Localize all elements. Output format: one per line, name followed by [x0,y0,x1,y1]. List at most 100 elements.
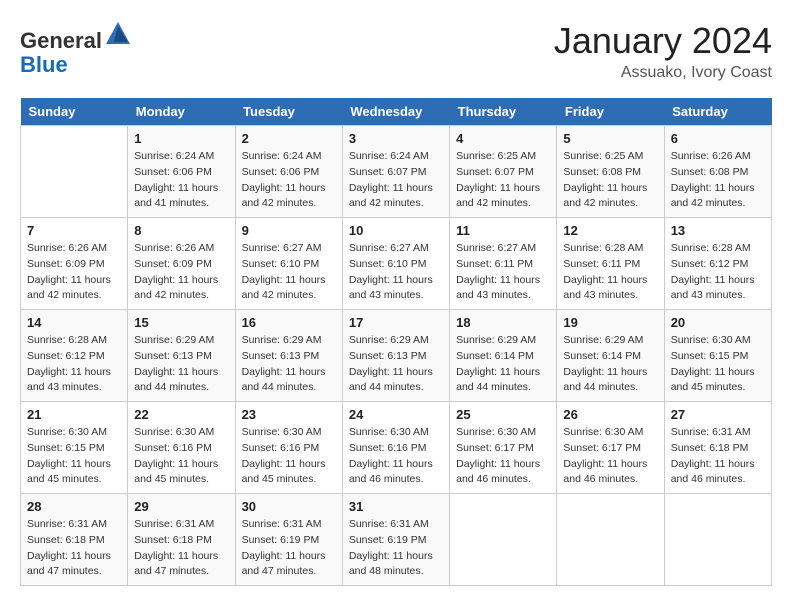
day-number: 3 [349,131,443,146]
logo-blue-text: Blue [20,53,132,77]
calendar-cell [21,126,128,218]
day-detail: Sunrise: 6:29 AMSunset: 6:13 PMDaylight:… [242,333,336,396]
calendar-cell: 20 Sunrise: 6:30 AMSunset: 6:15 PMDayligh… [664,310,771,402]
day-number: 19 [563,315,657,330]
day-detail: Sunrise: 6:30 AMSunset: 6:16 PMDaylight:… [134,425,228,488]
day-number: 9 [242,223,336,238]
day-detail: Sunrise: 6:30 AMSunset: 6:17 PMDaylight:… [456,425,550,488]
day-header-wednesday: Wednesday [342,98,449,126]
calendar-week-4: 21 Sunrise: 6:30 AMSunset: 6:15 PMDayligh… [21,402,772,494]
calendar-cell [664,494,771,586]
day-number: 25 [456,407,550,422]
day-detail: Sunrise: 6:27 AMSunset: 6:11 PMDaylight:… [456,241,550,304]
day-number: 10 [349,223,443,238]
calendar-cell: 30 Sunrise: 6:31 AMSunset: 6:19 PMDayligh… [235,494,342,586]
day-detail: Sunrise: 6:29 AMSunset: 6:13 PMDaylight:… [134,333,228,396]
calendar-cell: 28Sunrise: 6:31 AMSunset: 6:18 PMDayligh… [21,494,128,586]
day-number: 17 [349,315,443,330]
day-detail: Sunrise: 6:30 AMSunset: 6:15 PMDaylight:… [671,333,765,396]
day-header-thursday: Thursday [450,98,557,126]
day-number: 7 [27,223,121,238]
calendar-cell: 9 Sunrise: 6:27 AMSunset: 6:10 PMDaylight… [235,218,342,310]
day-header-monday: Monday [128,98,235,126]
day-number: 26 [563,407,657,422]
calendar-cell: 31Sunrise: 6:31 AMSunset: 6:19 PMDayligh… [342,494,449,586]
day-header-sunday: Sunday [21,98,128,126]
day-number: 20 [671,315,765,330]
calendar-cell: 3 Sunrise: 6:24 AMSunset: 6:07 PMDaylight… [342,126,449,218]
day-number: 18 [456,315,550,330]
day-detail: Sunrise: 6:27 AMSunset: 6:10 PMDaylight:… [349,241,443,304]
day-header-saturday: Saturday [664,98,771,126]
calendar-cell: 5Sunrise: 6:25 AMSunset: 6:08 PMDaylight… [557,126,664,218]
day-number: 14 [27,315,121,330]
day-header-tuesday: Tuesday [235,98,342,126]
day-number: 1 [134,131,228,146]
calendar-subtitle: Assuako, Ivory Coast [554,64,772,82]
day-number: 6 [671,131,765,146]
calendar-cell: 6 Sunrise: 6:26 AMSunset: 6:08 PMDaylight… [664,126,771,218]
day-detail: Sunrise: 6:31 AMSunset: 6:18 PMDaylight:… [134,517,228,580]
logo: General Blue [20,20,132,77]
day-detail: Sunrise: 6:29 AMSunset: 6:14 PMDaylight:… [563,333,657,396]
day-number: 15 [134,315,228,330]
calendar-cell: 25 Sunrise: 6:30 AMSunset: 6:17 PMDayligh… [450,402,557,494]
calendar-cell: 11 Sunrise: 6:27 AMSunset: 6:11 PMDayligh… [450,218,557,310]
calendar-cell: 2Sunrise: 6:24 AMSunset: 6:06 PMDaylight… [235,126,342,218]
day-detail: Sunrise: 6:24 AMSunset: 6:06 PMDaylight:… [242,149,336,212]
day-number: 11 [456,223,550,238]
day-number: 13 [671,223,765,238]
day-detail: Sunrise: 6:30 AMSunset: 6:15 PMDaylight:… [27,425,121,488]
day-detail: Sunrise: 6:25 AMSunset: 6:07 PMDaylight:… [456,149,550,212]
calendar-header-row: SundayMondayTuesdayWednesdayThursdayFrid… [21,98,772,126]
day-detail: Sunrise: 6:28 AMSunset: 6:11 PMDaylight:… [563,241,657,304]
day-detail: Sunrise: 6:31 AMSunset: 6:18 PMDaylight:… [671,425,765,488]
calendar-cell: 29 Sunrise: 6:31 AMSunset: 6:18 PMDayligh… [128,494,235,586]
calendar-week-1: 1 Sunrise: 6:24 AMSunset: 6:06 PMDaylight… [21,126,772,218]
calendar-cell: 19 Sunrise: 6:29 AMSunset: 6:14 PMDayligh… [557,310,664,402]
day-number: 24 [349,407,443,422]
day-detail: Sunrise: 6:29 AMSunset: 6:14 PMDaylight:… [456,333,550,396]
calendar-cell: 24 Sunrise: 6:30 AMSunset: 6:16 PMDayligh… [342,402,449,494]
day-number: 16 [242,315,336,330]
calendar-cell: 15 Sunrise: 6:29 AMSunset: 6:13 PMDayligh… [128,310,235,402]
calendar-cell: 10 Sunrise: 6:27 AMSunset: 6:10 PMDayligh… [342,218,449,310]
day-detail: Sunrise: 6:30 AMSunset: 6:16 PMDaylight:… [349,425,443,488]
day-number: 12 [563,223,657,238]
calendar-table: SundayMondayTuesdayWednesdayThursdayFrid… [20,98,772,586]
title-block: January 2024 Assuako, Ivory Coast [554,20,772,82]
logo-icon [104,20,132,48]
day-header-friday: Friday [557,98,664,126]
day-detail: Sunrise: 6:31 AMSunset: 6:19 PMDaylight:… [242,517,336,580]
calendar-cell: 13 Sunrise: 6:28 AMSunset: 6:12 PMDayligh… [664,218,771,310]
calendar-cell: 7Sunrise: 6:26 AMSunset: 6:09 PMDaylight… [21,218,128,310]
day-number: 27 [671,407,765,422]
calendar-week-3: 14Sunrise: 6:28 AMSunset: 6:12 PMDayligh… [21,310,772,402]
calendar-week-5: 28 Sunrise: 6:31 AMSunset: 6:18 PMDayligh… [21,494,772,586]
day-detail: Sunrise: 6:30 AMSunset: 6:17 PMDaylight:… [563,425,657,488]
day-number: 23 [242,407,336,422]
calendar-cell: 4 Sunrise: 6:25 AMSunset: 6:07 PMDaylight… [450,126,557,218]
day-number: 21 [27,407,121,422]
day-detail: Sunrise: 6:27 AMSunset: 6:10 PMDaylight:… [242,241,336,304]
calendar-cell [450,494,557,586]
day-number: 28 [27,499,121,514]
day-number: 4 [456,131,550,146]
day-detail: Sunrise: 6:25 AMSunset: 6:08 PMDaylight:… [563,149,657,212]
calendar-cell: 21 Sunrise: 6:30 AMSunset: 6:15 PMDayligh… [21,402,128,494]
day-detail: Sunrise: 6:28 AMSunset: 6:12 PMDaylight:… [671,241,765,304]
calendar-week-2: 7Sunrise: 6:26 AMSunset: 6:09 PMDaylight… [21,218,772,310]
logo-text: General [20,20,132,53]
logo-blue-label: Blue [20,52,68,77]
day-number: 30 [242,499,336,514]
calendar-cell: 18 Sunrise: 6:29 AMSunset: 6:14 PMDayligh… [450,310,557,402]
day-detail: Sunrise: 6:24 AMSunset: 6:07 PMDaylight:… [349,149,443,212]
calendar-cell: 26 Sunrise: 6:30 AMSunset: 6:17 PMDayligh… [557,402,664,494]
calendar-cell: 27 Sunrise: 6:31 AMSunset: 6:18 PMDayligh… [664,402,771,494]
calendar-cell: 16 Sunrise: 6:29 AMSunset: 6:13 PMDayligh… [235,310,342,402]
calendar-title: January 2024 [554,20,772,62]
day-number: 29 [134,499,228,514]
day-detail: Sunrise: 6:26 AMSunset: 6:08 PMDaylight:… [671,149,765,212]
calendar-cell: 8Sunrise: 6:26 AMSunset: 6:09 PMDaylight… [128,218,235,310]
day-detail: Sunrise: 6:30 AMSunset: 6:16 PMDaylight:… [242,425,336,488]
